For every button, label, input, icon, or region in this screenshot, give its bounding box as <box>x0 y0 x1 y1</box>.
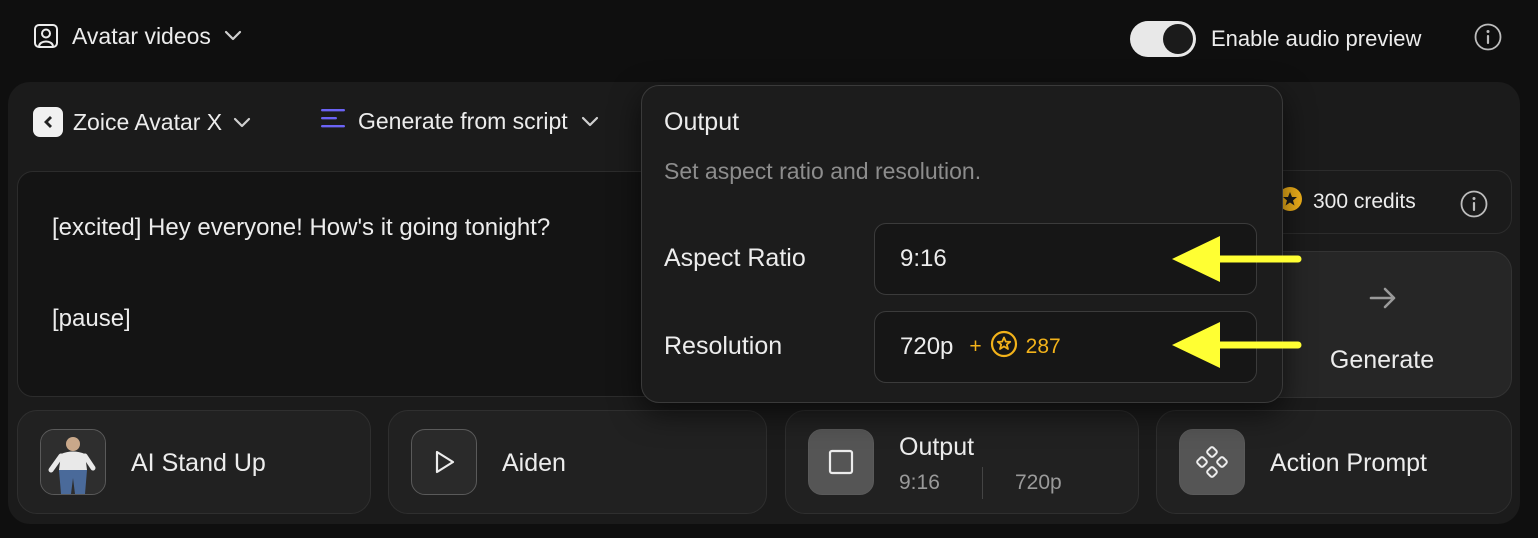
credit-coin-icon <box>990 330 1018 364</box>
script-mode-label: Generate from script <box>358 107 568 134</box>
card-title: AI Stand Up <box>131 449 266 477</box>
model-logo-icon <box>33 107 63 137</box>
model-label: Zoice Avatar X <box>73 108 223 135</box>
avatar-icon <box>32 22 60 50</box>
info-icon[interactable] <box>1459 189 1489 225</box>
output-aspect: 9:16 <box>899 471 940 494</box>
script-mode-dropdown[interactable]: Generate from script <box>320 107 600 135</box>
square-icon <box>808 429 874 495</box>
aspect-ratio-label: Aspect Ratio <box>664 244 806 272</box>
arrow-right-icon <box>1367 282 1399 319</box>
popover-description: Set aspect ratio and resolution. <box>664 158 982 184</box>
resolution-value: 720p <box>900 333 954 360</box>
card-title: Action Prompt <box>1270 449 1428 477</box>
generate-label: Generate <box>1329 346 1435 374</box>
motion-icon <box>1179 429 1245 495</box>
output-settings-popover: Output Set aspect ratio and resolution. … <box>641 85 1283 403</box>
action-prompt-card[interactable]: Action Prompt <box>1156 410 1512 514</box>
play-icon[interactable] <box>411 429 477 495</box>
resolution-label: Resolution <box>664 332 783 360</box>
text-lines-icon <box>320 107 346 135</box>
chevron-down-icon <box>232 109 252 136</box>
voice-card[interactable]: Aiden <box>388 410 767 514</box>
resolution-select[interactable]: 720p + 287 <box>874 311 1257 383</box>
script-textarea[interactable]: [excited] Hey everyone! How's it going t… <box>17 171 677 397</box>
script-line: [excited] Hey everyone! How's it going t… <box>52 214 551 241</box>
output-card[interactable]: Output 9:16 720p <box>785 410 1139 514</box>
credits-balance: 300 credits <box>1252 170 1512 234</box>
plus-sign: + <box>969 335 982 358</box>
top-bar: Avatar videos Enable audio preview <box>0 0 1538 80</box>
resolution-cost-value: 287 <box>1025 335 1061 358</box>
card-title: Output <box>899 433 975 461</box>
ai-stand-up-card[interactable]: AI Stand Up <box>17 410 371 514</box>
audio-preview-label: Enable audio preview <box>1211 26 1422 51</box>
generate-button[interactable]: Generate <box>1252 251 1512 398</box>
script-line: [pause] <box>52 305 131 333</box>
avatar-videos-dropdown[interactable]: Avatar videos <box>32 22 243 50</box>
avatar-thumbnail <box>40 429 106 495</box>
model-dropdown[interactable]: Zoice Avatar X <box>33 107 252 137</box>
aspect-ratio-select[interactable]: 9:16 <box>874 223 1257 295</box>
card-title: Aiden <box>502 449 566 477</box>
chevron-down-icon <box>580 108 600 135</box>
info-icon[interactable] <box>1473 22 1503 57</box>
credits-label: 300 credits <box>1313 190 1416 213</box>
divider <box>982 467 983 499</box>
mode-label: Avatar videos <box>72 22 211 49</box>
chevron-down-icon <box>223 29 243 43</box>
aspect-ratio-value: 9:16 <box>900 245 947 272</box>
toggle-knob <box>1163 24 1193 54</box>
output-resolution: 720p <box>1015 471 1062 494</box>
audio-preview-toggle[interactable] <box>1130 21 1196 57</box>
popover-title: Output <box>664 108 740 136</box>
resolution-cost: + 287 <box>969 330 1061 364</box>
